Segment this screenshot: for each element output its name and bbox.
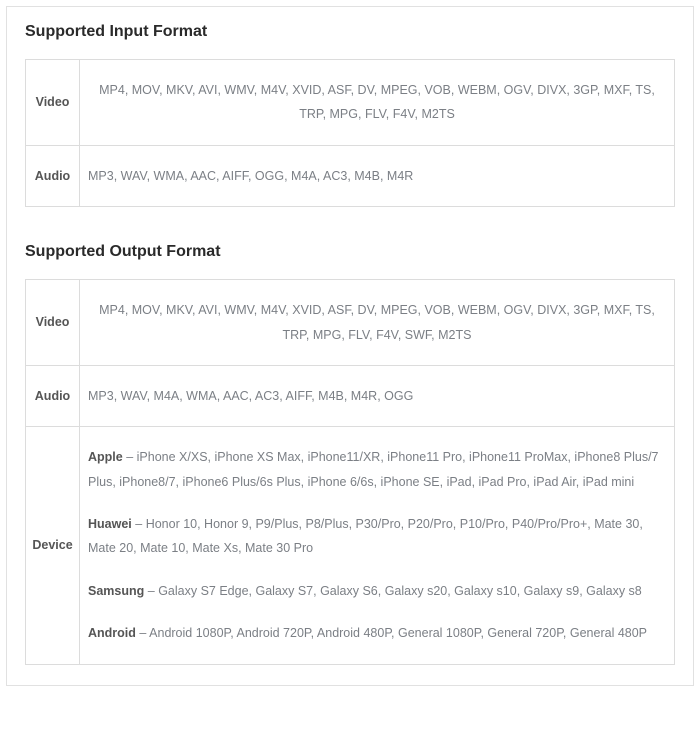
format-spec-panel: Supported Input Format Video MP4, MOV, M… (6, 6, 694, 686)
row-value-video: MP4, MOV, MKV, AVI, WMV, M4V, XVID, ASF,… (80, 280, 675, 366)
brand-sep: – (135, 517, 145, 531)
output-format-table: Video MP4, MOV, MKV, AVI, WMV, M4V, XVID… (25, 279, 675, 664)
table-row: Audio MP3, WAV, M4A, WMA, AAC, AC3, AIFF… (26, 365, 675, 426)
brand-models: Honor 10, Honor 9, P9/Plus, P8/Plus, P30… (88, 517, 643, 555)
row-label-audio: Audio (26, 365, 80, 426)
brand-name: Samsung (88, 584, 144, 598)
row-value-video: MP4, MOV, MKV, AVI, WMV, M4V, XVID, ASF,… (80, 60, 675, 146)
row-label-device: Device (26, 427, 80, 664)
brand-models: Galaxy S7 Edge, Galaxy S7, Galaxy S6, Ga… (158, 584, 642, 598)
table-row: Device Apple – iPhone X/XS, iPhone XS Ma… (26, 427, 675, 664)
row-label-video: Video (26, 60, 80, 146)
table-row: Video MP4, MOV, MKV, AVI, WMV, M4V, XVID… (26, 280, 675, 366)
input-format-table: Video MP4, MOV, MKV, AVI, WMV, M4V, XVID… (25, 59, 675, 207)
section-title-output: Supported Output Format (7, 227, 693, 279)
row-value-audio: MP3, WAV, M4A, WMA, AAC, AC3, AIFF, M4B,… (80, 365, 675, 426)
device-brand-apple: Apple – iPhone X/XS, iPhone XS Max, iPho… (88, 445, 666, 494)
row-label-audio: Audio (26, 145, 80, 206)
section-title-input: Supported Input Format (7, 7, 693, 59)
brand-name: Android (88, 626, 136, 640)
brand-models: Android 1080P, Android 720P, Android 480… (149, 626, 647, 640)
table-row: Video MP4, MOV, MKV, AVI, WMV, M4V, XVID… (26, 60, 675, 146)
brand-sep: – (139, 626, 149, 640)
brand-sep: – (126, 450, 136, 464)
row-value-device: Apple – iPhone X/XS, iPhone XS Max, iPho… (80, 427, 675, 664)
device-brand-samsung: Samsung – Galaxy S7 Edge, Galaxy S7, Gal… (88, 579, 666, 603)
brand-name: Huawei (88, 517, 132, 531)
brand-name: Apple (88, 450, 123, 464)
row-label-video: Video (26, 280, 80, 366)
table-row: Audio MP3, WAV, WMA, AAC, AIFF, OGG, M4A… (26, 145, 675, 206)
device-brand-android: Android – Android 1080P, Android 720P, A… (88, 621, 666, 645)
brand-sep: – (148, 584, 158, 598)
device-brand-huawei: Huawei – Honor 10, Honor 9, P9/Plus, P8/… (88, 512, 666, 561)
brand-models: iPhone X/XS, iPhone XS Max, iPhone11/XR,… (88, 450, 659, 488)
row-value-audio: MP3, WAV, WMA, AAC, AIFF, OGG, M4A, AC3,… (80, 145, 675, 206)
